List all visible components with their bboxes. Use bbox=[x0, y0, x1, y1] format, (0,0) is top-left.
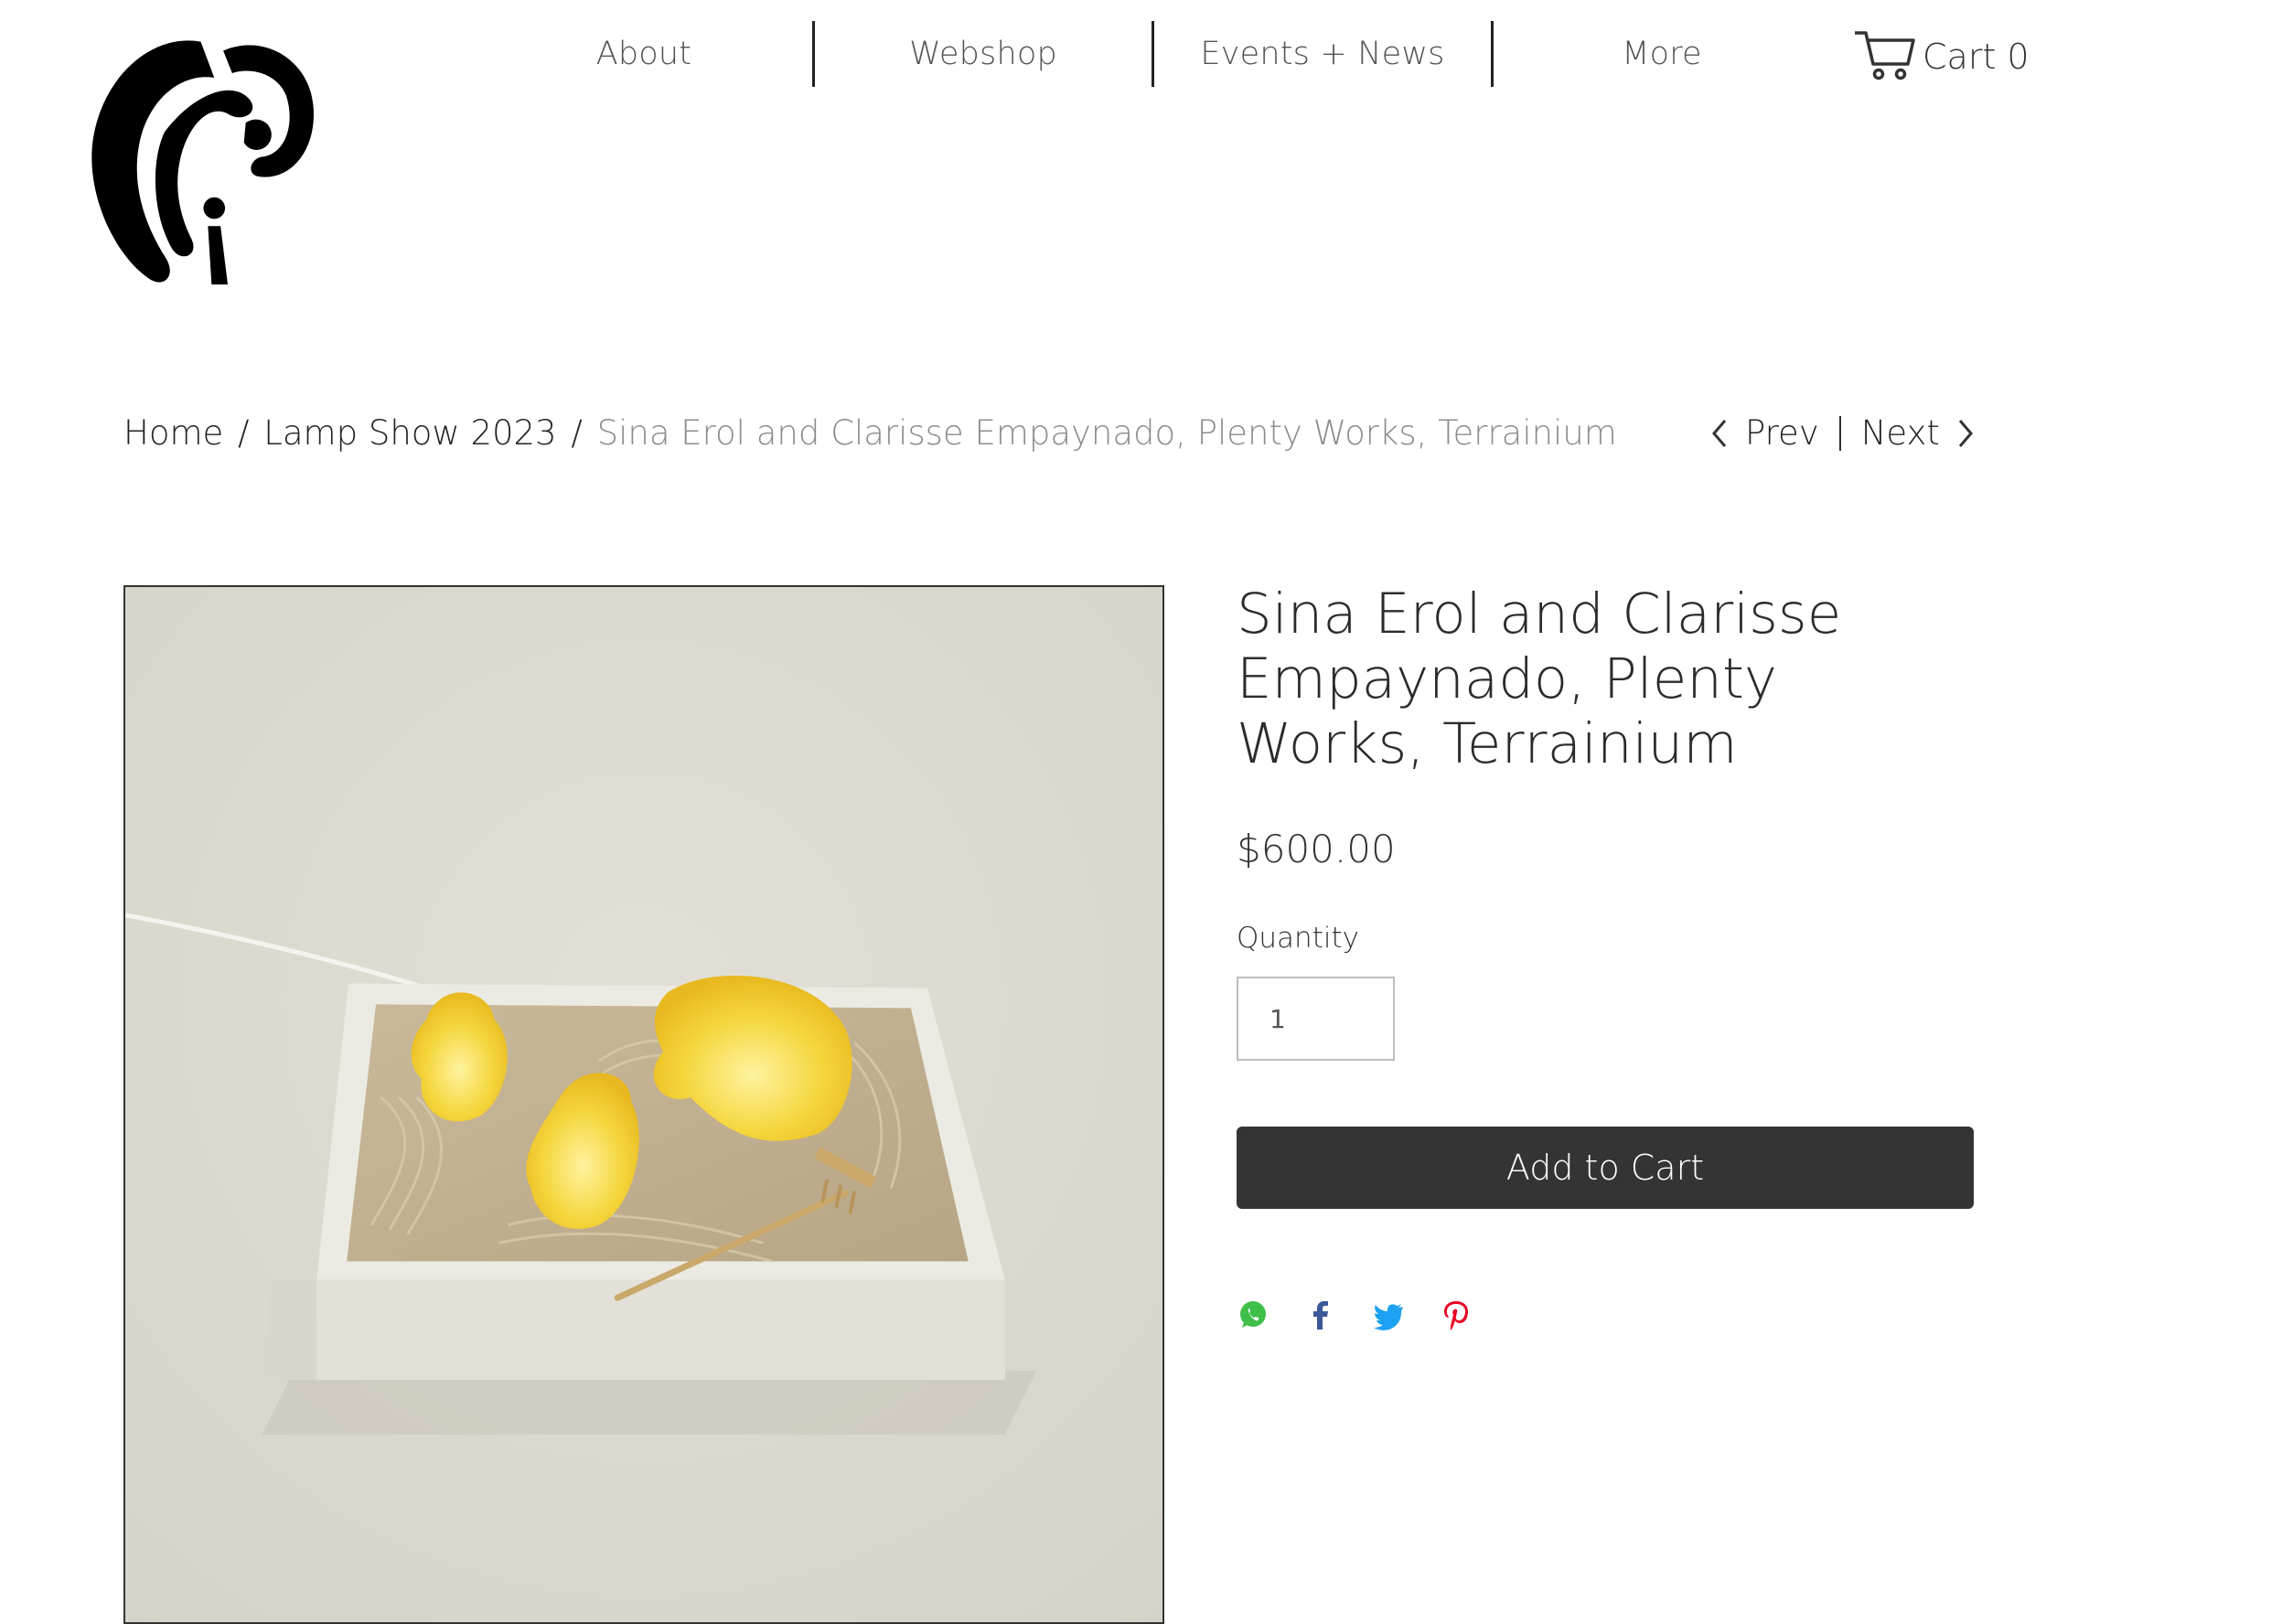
cart-label: Cart 0 bbox=[1923, 37, 2030, 77]
share-bar bbox=[1237, 1298, 1507, 1331]
breadcrumb-separator: / bbox=[571, 413, 583, 453]
quantity-label: Quantity bbox=[1237, 922, 1359, 955]
pinterest-icon[interactable] bbox=[1440, 1298, 1473, 1331]
site-logo[interactable] bbox=[66, 24, 336, 294]
breadcrumb-current: Sina Erol and Clarisse Empaynado, Plenty… bbox=[596, 413, 1617, 453]
nav-events-news[interactable]: Events + News bbox=[1154, 36, 1491, 72]
product-image[interactable] bbox=[123, 585, 1164, 1624]
nav-more[interactable]: More bbox=[1494, 36, 1830, 72]
pager-divider bbox=[1838, 415, 1841, 451]
breadcrumb-separator: / bbox=[238, 413, 250, 453]
prev-button[interactable]: Prev bbox=[1709, 413, 1819, 453]
next-button[interactable]: Next bbox=[1861, 413, 1976, 453]
chevron-right-icon bbox=[1955, 417, 1976, 450]
breadcrumb-category[interactable]: Lamp Show 2023 bbox=[263, 413, 556, 453]
product-pager: Prev Next bbox=[1709, 413, 1976, 453]
chevron-left-icon bbox=[1709, 417, 1730, 450]
facebook-icon[interactable] bbox=[1304, 1298, 1337, 1331]
main-nav: About Webshop Events + News More bbox=[476, 20, 1830, 88]
twitter-icon[interactable] bbox=[1372, 1298, 1405, 1331]
cart-icon bbox=[1853, 27, 1917, 86]
nav-webshop[interactable]: Webshop bbox=[815, 36, 1152, 72]
add-to-cart-button[interactable]: Add to Cart bbox=[1237, 1127, 1974, 1209]
product-title: Sina Erol and Clarisse Empaynado, Plenty… bbox=[1237, 582, 1842, 776]
next-label: Next bbox=[1860, 413, 1940, 453]
cart-button[interactable]: Cart 0 bbox=[1853, 27, 2030, 86]
quantity-input[interactable] bbox=[1237, 977, 1395, 1061]
whatsapp-icon[interactable] bbox=[1237, 1298, 1269, 1331]
prev-label: Prev bbox=[1745, 413, 1819, 453]
product-price: $600.00 bbox=[1237, 827, 1396, 871]
nav-about[interactable]: About bbox=[476, 36, 812, 72]
breadcrumb-home[interactable]: Home bbox=[123, 413, 223, 453]
breadcrumb: Home / Lamp Show 2023 / Sina Erol and Cl… bbox=[123, 413, 1617, 453]
